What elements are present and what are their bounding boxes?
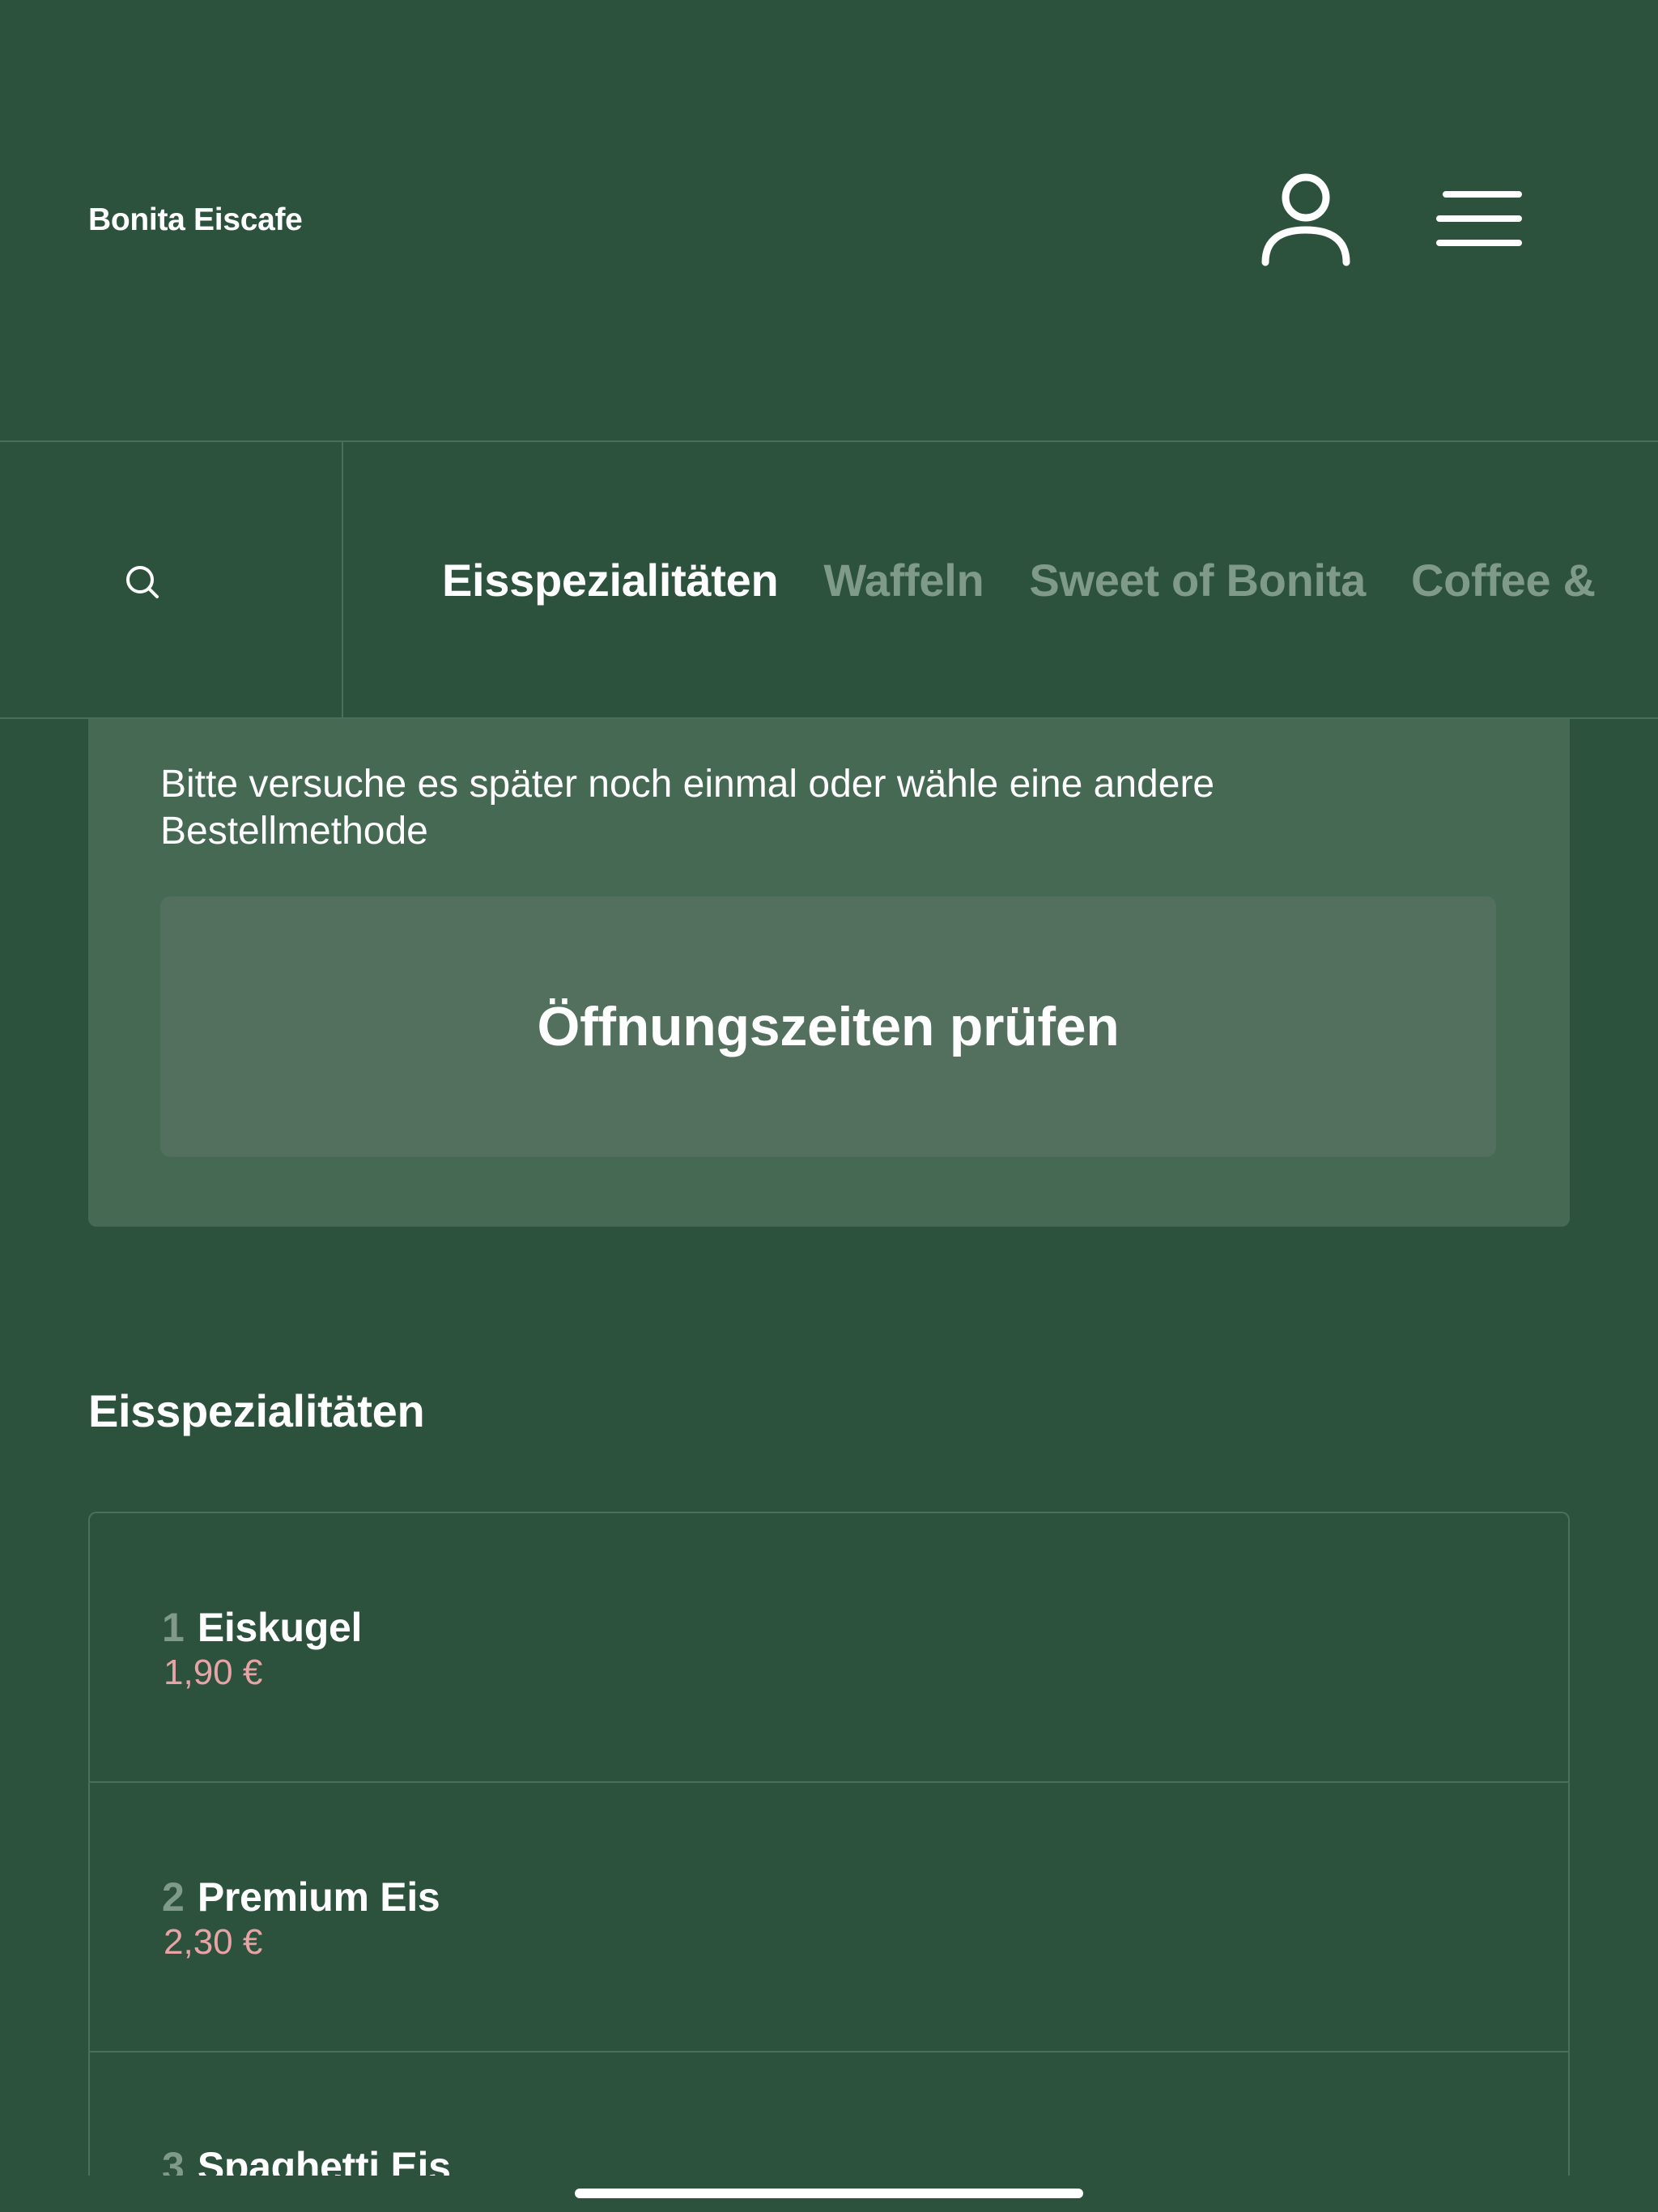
search-button[interactable] bbox=[0, 442, 343, 717]
tab-eisspezialitaeten[interactable]: Eisspezialitäten bbox=[442, 554, 779, 606]
product-name: Spaghetti Eis bbox=[197, 2144, 451, 2176]
brand-name[interactable]: Bonita Eiscafe bbox=[88, 202, 303, 238]
product-title-row: 2 Premium Eis bbox=[162, 1874, 440, 1921]
product-price: 2,30 € bbox=[164, 1922, 263, 1962]
product-number: 2 bbox=[162, 1874, 185, 1920]
user-icon bbox=[1261, 173, 1350, 266]
product-item[interactable]: 1 Eiskugel 1,90 € bbox=[90, 1513, 1568, 1783]
check-opening-hours-button[interactable]: Öffnungszeiten prüfen bbox=[160, 896, 1496, 1157]
category-tabs: Eisspezialitäten Waffeln Sweet of Bonita… bbox=[442, 442, 1641, 717]
category-nav: Eisspezialitäten Waffeln Sweet of Bonita… bbox=[0, 440, 1658, 719]
product-price: 1,90 € bbox=[164, 1653, 263, 1692]
menu-icon bbox=[1436, 191, 1522, 246]
product-item[interactable]: 3 Spaghetti Eis bbox=[90, 2052, 1568, 2176]
tab-waffeln[interactable]: Waffeln bbox=[823, 554, 984, 606]
search-icon bbox=[126, 566, 159, 598]
product-list: 1 Eiskugel 1,90 € 2 Premium Eis 2,30 € 3… bbox=[88, 1512, 1570, 2176]
product-number: 1 bbox=[162, 1605, 185, 1650]
menu-button[interactable] bbox=[1435, 186, 1524, 251]
account-button[interactable] bbox=[1259, 168, 1353, 267]
product-item[interactable]: 2 Premium Eis 2,30 € bbox=[90, 1783, 1568, 2052]
app-header: Bonita Eiscafe bbox=[0, 0, 1658, 440]
tab-sweet-of-bonita[interactable]: Sweet of Bonita bbox=[1029, 554, 1366, 606]
product-number: 3 bbox=[162, 2144, 185, 2176]
product-name: Eiskugel bbox=[197, 1605, 363, 1650]
product-name: Premium Eis bbox=[197, 1874, 440, 1920]
section-title: Eisspezialitäten bbox=[88, 1385, 425, 1436]
notice-message: Bitte versuche es später noch einmal ode… bbox=[160, 763, 1215, 853]
tab-coffee[interactable]: Coffee & bbox=[1411, 554, 1596, 606]
home-indicator[interactable] bbox=[575, 2189, 1083, 2198]
closed-notice-card: Bitte versuche es später noch einmal ode… bbox=[88, 664, 1570, 1227]
product-title-row: 1 Eiskugel bbox=[162, 1604, 362, 1651]
product-title-row: 3 Spaghetti Eis bbox=[162, 2143, 451, 2176]
